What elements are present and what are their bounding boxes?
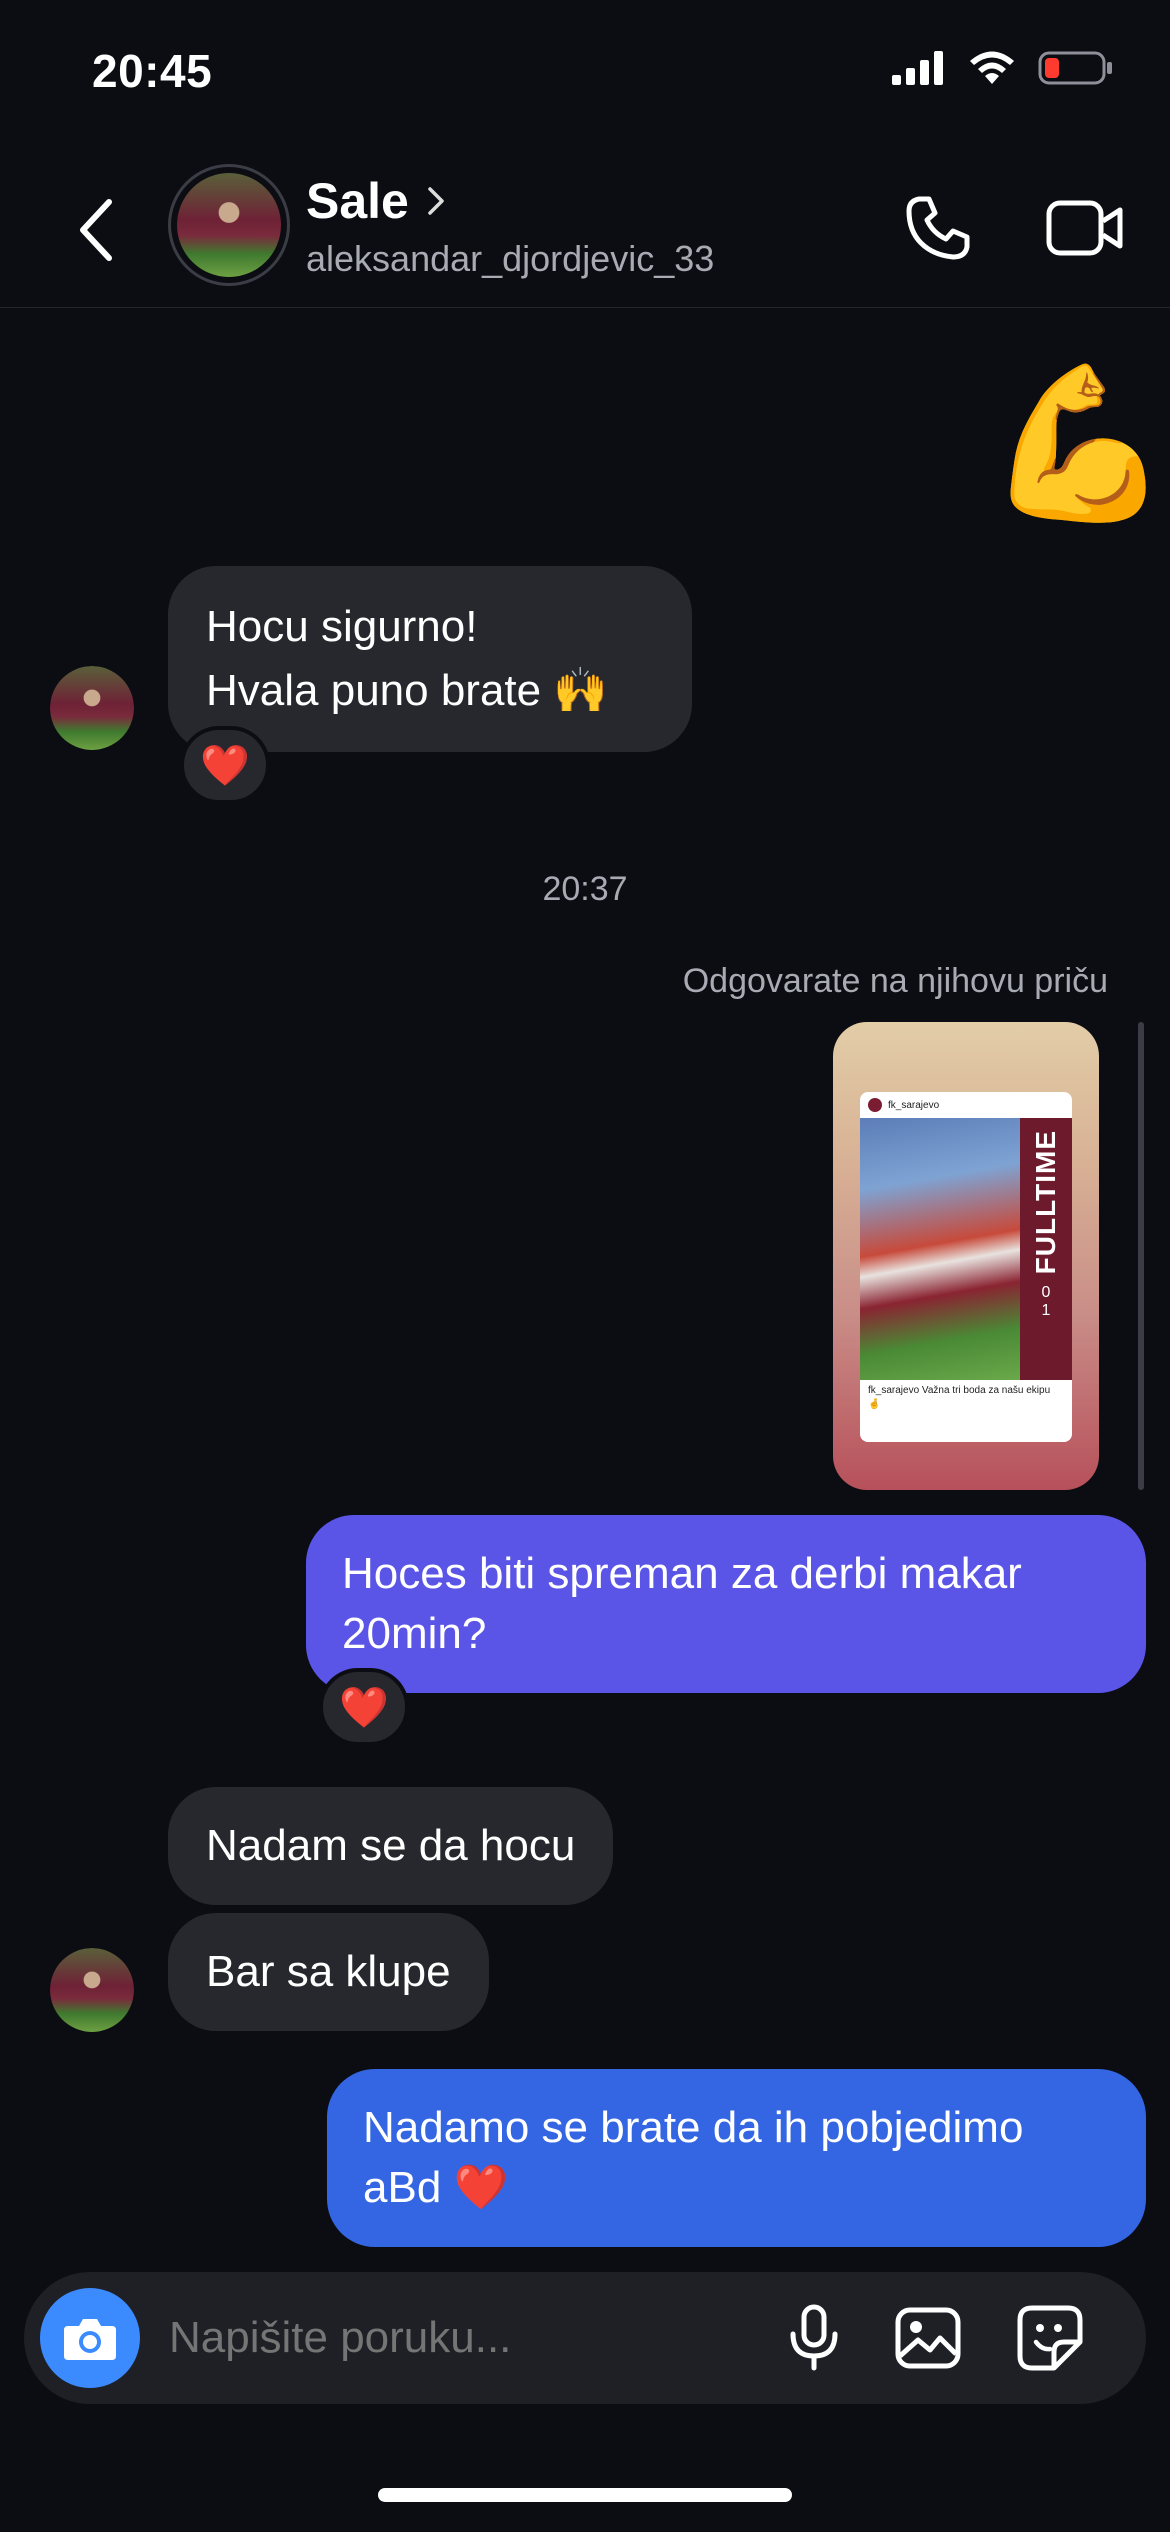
status-time: 20:45 xyxy=(92,45,213,97)
message-bubble-outgoing[interactable]: Nadamo se brate da ih pobjedimo aBd ❤️ xyxy=(327,2069,1146,2247)
story-title: FULLTIME xyxy=(1030,1130,1061,1275)
score-home: 0 xyxy=(1041,1284,1051,1302)
signal-icon xyxy=(892,51,943,85)
chat-header: Sale aleksandar_djordjevic_33 xyxy=(0,150,1170,308)
story-account-row: fk_sarajevo xyxy=(860,1092,1072,1118)
story-account: fk_sarajevo xyxy=(888,1099,940,1111)
voice-message-button[interactable] xyxy=(776,2300,852,2376)
contact-avatar-image xyxy=(177,173,281,277)
back-icon xyxy=(80,199,112,261)
status-bar: 20:45 xyxy=(0,0,1170,140)
message-text: Hvala puno brate 🙌 xyxy=(206,666,609,715)
wifi-icon xyxy=(970,51,1014,84)
microphone-icon xyxy=(790,2304,838,2371)
story-score: 0 1 xyxy=(1042,1284,1051,1320)
contact-avatar[interactable] xyxy=(168,164,290,286)
video-call-button[interactable] xyxy=(1040,186,1130,270)
story-reply-label: Odgovarate na njihovu priču xyxy=(682,962,1108,1000)
sender-avatar[interactable] xyxy=(50,1948,134,2032)
heart-reaction[interactable]: ❤️ xyxy=(319,1668,409,1746)
message-text: Nadamo se brate da ih pobjedimo aBd ❤️ xyxy=(363,2103,1024,2212)
replied-story-card[interactable]: fk_sarajevo FULLTIME 0 1 fk_sarajevo Važ… xyxy=(833,1022,1099,1490)
voice-call-button[interactable] xyxy=(896,186,980,270)
flexed-biceps-sticker[interactable]: 💪 xyxy=(985,368,1170,518)
message-bubble-incoming[interactable]: Hocu sigurno! Hvala puno brate 🙌 xyxy=(168,566,692,752)
score-away: 1 xyxy=(1041,1302,1051,1320)
camera-icon xyxy=(64,2319,116,2360)
story-scoreboard: FULLTIME 0 1 xyxy=(1020,1118,1072,1380)
message-input[interactable] xyxy=(169,2272,769,2404)
home-indicator[interactable] xyxy=(378,2488,792,2502)
gallery-icon xyxy=(895,2307,961,2369)
chevron-right-icon xyxy=(428,187,444,215)
contact-name-link[interactable]: Sale xyxy=(306,172,445,230)
story-photo xyxy=(860,1118,1020,1380)
sticker-icon xyxy=(1017,2305,1083,2371)
timestamp: 20:37 xyxy=(542,870,628,908)
sticker-button[interactable] xyxy=(1012,2300,1088,2376)
back-button[interactable] xyxy=(60,190,130,270)
story-post-preview: fk_sarajevo FULLTIME 0 1 fk_sarajevo Važ… xyxy=(860,1092,1072,1442)
message-text: Hocu sigurno! xyxy=(206,602,478,651)
contact-name: Sale xyxy=(306,173,409,229)
message-bubble-outgoing[interactable]: Hoces biti spreman za derbi makar 20min? xyxy=(306,1515,1146,1693)
message-text: Nadam se da hocu xyxy=(206,1821,576,1870)
sender-avatar-image xyxy=(50,1948,134,2032)
message-text: Bar sa klupe xyxy=(206,1947,451,1996)
message-bubble-incoming[interactable]: Nadam se da hocu xyxy=(168,1787,614,1905)
sender-avatar[interactable] xyxy=(50,666,134,750)
contact-username: aleksandar_djordjevic_33 xyxy=(306,238,715,279)
phone-icon xyxy=(906,196,970,260)
camera-button[interactable] xyxy=(40,2288,140,2388)
heart-reaction[interactable]: ❤️ xyxy=(180,726,270,804)
gallery-button[interactable] xyxy=(890,2300,966,2376)
battery-icon xyxy=(1038,51,1112,85)
club-logo-icon xyxy=(868,1098,882,1112)
sender-avatar-image xyxy=(50,666,134,750)
story-caption: fk_sarajevo Važna tri boda za našu ekipu… xyxy=(868,1385,1051,1410)
status-icons xyxy=(892,50,1114,86)
video-camera-icon xyxy=(1046,200,1123,256)
message-text: Hoces biti spreman za derbi makar 20min? xyxy=(342,1549,1022,1658)
message-bubble-incoming[interactable]: Bar sa klupe xyxy=(168,1913,489,2031)
message-composer xyxy=(24,2272,1146,2404)
scrollbar[interactable] xyxy=(1138,1022,1144,1490)
